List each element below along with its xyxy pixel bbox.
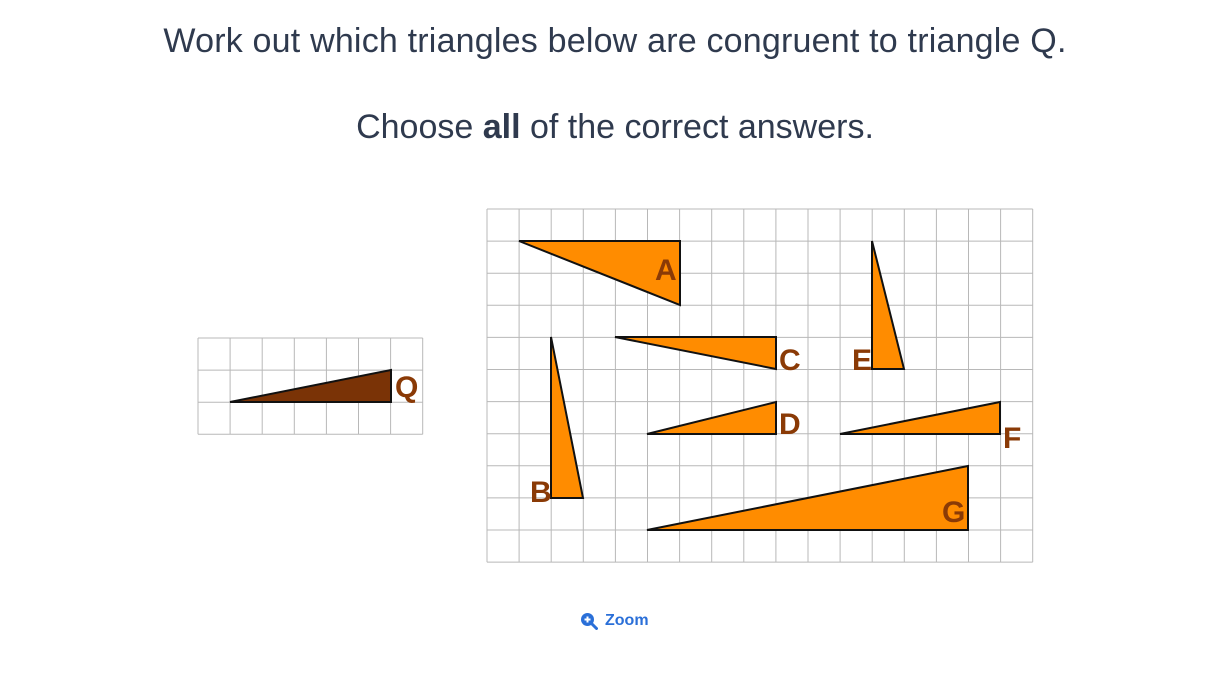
zoom-label: Zoom	[605, 612, 649, 629]
triangle-b-label: B	[530, 476, 552, 509]
zoom-button[interactable]: Zoom	[580, 612, 649, 630]
triangle-q-label: Q	[395, 371, 418, 404]
triangle-c[interactable]	[614, 336, 777, 371]
triangle-f[interactable]	[839, 400, 1001, 435]
triangle-a-label: A	[655, 254, 677, 287]
triangle-b[interactable]	[550, 336, 585, 499]
triangle-e-label: E	[852, 344, 872, 377]
triangle-d-label: D	[779, 408, 801, 441]
triangle-figures: Q A B C D E F G	[197, 208, 1034, 563]
triangle-f-label: F	[1003, 422, 1021, 455]
zoom-in-icon	[581, 613, 598, 630]
triangle-c-label: C	[779, 344, 801, 377]
triangle-q	[229, 368, 392, 403]
triangle-g-label: G	[942, 496, 965, 529]
